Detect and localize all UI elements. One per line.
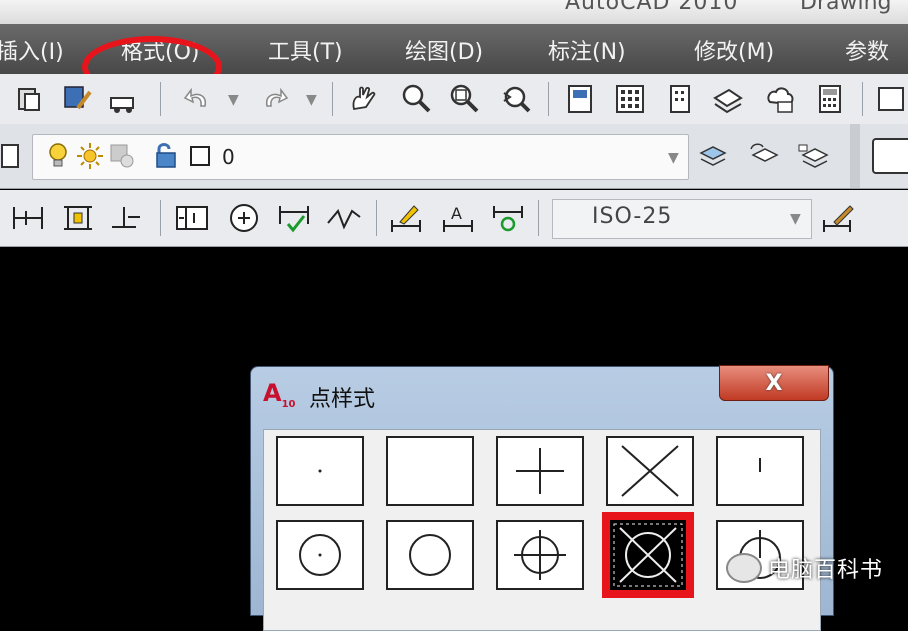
redo-icon[interactable] (256, 81, 292, 117)
wechat-icon (726, 553, 762, 583)
point-style-plus[interactable] (496, 436, 584, 506)
markup-set-icon[interactable] (762, 81, 798, 117)
light-bulb-icon[interactable] (40, 138, 76, 174)
dimension-text-edit-icon[interactable]: A (440, 200, 476, 236)
paste-icon[interactable] (12, 81, 48, 117)
tolerance-icon[interactable] (174, 200, 210, 236)
properties-toolbar-button[interactable] (872, 138, 908, 174)
autocad-logo-icon: A10 (263, 379, 296, 410)
menu-dimension[interactable]: 标注(N) (548, 34, 626, 66)
watermark-text: 电脑百科书 (768, 558, 884, 583)
layer-color-swatch[interactable] (182, 138, 218, 174)
linear-dimension-icon[interactable] (10, 200, 46, 236)
pan-icon[interactable] (346, 81, 382, 117)
tool-palettes-icon[interactable] (662, 81, 698, 117)
window-icon[interactable] (872, 81, 908, 117)
aligned-dimension-icon[interactable] (60, 200, 96, 236)
ordinate-dimension-icon[interactable] (108, 200, 144, 236)
undo-dropdown-icon[interactable]: ▼ (228, 92, 239, 108)
menu-draw[interactable]: 绘图(D) (405, 34, 483, 66)
point-style-x[interactable] (606, 436, 694, 506)
separator (160, 200, 161, 236)
properties-icon[interactable] (562, 81, 598, 117)
menu-parameters[interactable]: 参数 (845, 34, 889, 66)
dimension-update-icon[interactable] (490, 200, 526, 236)
dimension-inspect-icon[interactable] (276, 200, 312, 236)
point-style-circle-dot[interactable] (276, 520, 364, 590)
menu-modify[interactable]: 修改(M) (694, 34, 774, 66)
zoom-window-icon[interactable] (446, 81, 482, 117)
separator (548, 82, 549, 116)
jogged-linear-icon[interactable] (326, 200, 362, 236)
separator (538, 200, 539, 236)
center-mark-icon[interactable] (226, 200, 262, 236)
make-current-layer-icon[interactable] (696, 138, 732, 174)
point-style-dot[interactable] (276, 436, 364, 506)
dimension-style-value: ISO-25 (592, 204, 673, 229)
undo-icon[interactable] (180, 81, 216, 117)
standard-toolbar: ▼ ▼ (0, 74, 908, 125)
dimension-style-dropdown[interactable] (552, 199, 812, 239)
menu-insert[interactable]: 插入(I) (0, 34, 64, 66)
zoom-previous-icon[interactable] (498, 81, 534, 117)
dimension-toolbar: A ▼ (0, 190, 908, 247)
dialog-title: 点样式 (309, 387, 376, 412)
title-bar: AutoCAD 2010 Drawing (0, 0, 908, 24)
publish-icon[interactable] (106, 81, 142, 117)
separator (332, 82, 333, 116)
redo-dropdown-icon[interactable]: ▼ (306, 92, 317, 108)
point-style-circle-plus[interactable] (496, 520, 584, 590)
dimension-style-manager-icon[interactable] (820, 200, 856, 236)
watermark: 电脑百科书 (726, 552, 883, 584)
close-icon: X (765, 370, 783, 396)
dim-style-dropdown-arrow-icon[interactable]: ▼ (790, 211, 801, 227)
sun-freeze-icon[interactable] (72, 138, 108, 174)
point-style-circle[interactable] (386, 520, 474, 590)
separator (862, 82, 863, 116)
point-style-circle-x-selected[interactable] (602, 512, 694, 598)
menu-bar: 插入(I) 格式(O) 工具(T) 绘图(D) 标注(N) 修改(M) 参数 (0, 24, 908, 98)
lock-icon[interactable] (148, 138, 184, 174)
layer-manager-icon[interactable] (0, 138, 30, 174)
viewport-freeze-icon[interactable] (104, 138, 140, 174)
toolbar-grip[interactable] (850, 124, 860, 188)
quickcalc-icon[interactable] (812, 81, 848, 117)
separator (376, 200, 377, 236)
layers-toolbar: ▼ (0, 124, 908, 189)
layer-states-icon[interactable] (796, 138, 832, 174)
layer-dropdown-arrow-icon[interactable]: ▼ (668, 150, 679, 166)
current-layer-value: 0 (222, 145, 235, 169)
zoom-realtime-icon[interactable] (398, 81, 434, 117)
sheet-set-icon[interactable] (710, 81, 746, 117)
point-style-grid (263, 429, 821, 631)
separator (160, 82, 161, 116)
dimension-edit-icon[interactable] (388, 200, 424, 236)
svg-text:A: A (451, 204, 462, 223)
design-center-icon[interactable] (612, 81, 648, 117)
layer-previous-icon[interactable] (746, 138, 782, 174)
app-title: AutoCAD 2010 (565, 0, 739, 15)
match-properties-icon[interactable] (60, 81, 96, 117)
point-style-tick[interactable] (716, 436, 804, 506)
document-title: Drawing (800, 0, 892, 15)
close-button[interactable]: X (719, 365, 829, 401)
point-style-none[interactable] (386, 436, 474, 506)
menu-tools[interactable]: 工具(T) (268, 34, 343, 66)
